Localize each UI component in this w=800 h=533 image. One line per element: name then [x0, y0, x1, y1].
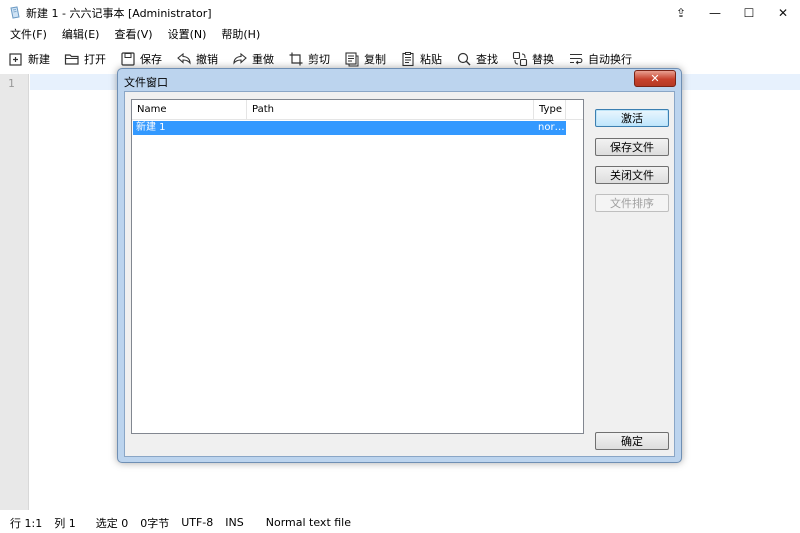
redo-icon — [233, 52, 247, 65]
open-label: 打开 — [84, 53, 106, 66]
list-header: Name Path Type — [132, 100, 583, 120]
pin-button[interactable]: ⇪ — [664, 0, 698, 26]
status-row: 行 1:1 — [10, 516, 43, 530]
close-file-button[interactable]: 关闭文件 — [595, 166, 669, 184]
save-label: 保存 — [140, 53, 162, 66]
undo-icon — [177, 52, 191, 65]
status-filetype: Normal text file — [265, 516, 352, 529]
status-col: 列 1 — [54, 516, 76, 530]
status-encoding: UTF-8 — [181, 516, 214, 529]
ok-button[interactable]: 确定 — [595, 432, 669, 450]
replace-label: 替换 — [532, 53, 554, 66]
menu-view[interactable]: 查看(V) — [110, 26, 163, 42]
activate-button[interactable]: 激活 — [595, 109, 669, 127]
dialog-title: 文件窗口 — [124, 76, 168, 89]
open-icon — [64, 54, 79, 65]
wrap-button[interactable]: 自动换行 — [568, 51, 632, 67]
new-icon — [9, 53, 22, 66]
column-name[interactable]: Name — [132, 100, 247, 120]
status-selected: 选定 0 — [95, 516, 129, 530]
copy-label: 复制 — [364, 53, 386, 66]
new-button[interactable]: 新建 — [8, 51, 50, 67]
open-button[interactable]: 打开 — [64, 51, 106, 67]
wrap-label: 自动换行 — [588, 53, 632, 66]
menu-help[interactable]: 帮助(H) — [217, 26, 271, 42]
undo-label: 撤销 — [196, 53, 218, 66]
column-path[interactable]: Path — [247, 100, 534, 120]
window-title: 新建 1 - 六六记事本 [Administrator] — [26, 7, 212, 20]
sort-files-button[interactable]: 文件排序 — [595, 194, 669, 212]
line-number: 1 — [8, 77, 15, 90]
undo-button[interactable]: 撤销 — [176, 51, 218, 67]
title-bar: 新建 1 - 六六记事本 [Administrator] ⇪ — ☐ ✕ — [0, 0, 800, 26]
dialog-body: Name Path Type 新建 1 nor… 激活 保存文件 关闭文件 文件… — [124, 91, 675, 457]
paste-button[interactable]: 粘贴 — [400, 51, 442, 67]
status-chars: 0字节 — [140, 516, 170, 530]
save-icon — [121, 52, 135, 66]
close-button[interactable]: ✕ — [766, 0, 800, 26]
paste-label: 粘贴 — [420, 53, 442, 66]
save-file-button[interactable]: 保存文件 — [595, 138, 669, 156]
menu-settings[interactable]: 设置(N) — [164, 26, 218, 42]
minimize-button[interactable]: — — [698, 0, 732, 26]
file-window-dialog: 文件窗口 ✕ Name Path Type 新建 1 nor… 激活 保存文件 … — [117, 68, 682, 463]
save-button[interactable]: 保存 — [120, 51, 162, 67]
find-label: 查找 — [476, 53, 498, 66]
copy-button[interactable]: 复制 — [344, 51, 386, 67]
status-mode: INS — [225, 516, 244, 529]
copy-icon — [345, 52, 359, 67]
redo-button[interactable]: 重做 — [232, 51, 274, 67]
list-item-name: 新建 1 — [136, 122, 166, 133]
column-type[interactable]: Type — [534, 100, 566, 120]
list-item[interactable]: 新建 1 nor… — [133, 121, 566, 135]
redo-label: 重做 — [252, 53, 274, 66]
list-item-type: nor… — [538, 122, 565, 133]
cut-button[interactable]: 剪切 — [288, 51, 330, 67]
dialog-title-bar[interactable]: 文件窗口 ✕ — [118, 69, 681, 91]
cut-icon — [289, 52, 303, 66]
replace-button[interactable]: 替换 — [512, 51, 554, 67]
new-label: 新建 — [28, 53, 50, 66]
wrap-icon — [570, 53, 583, 65]
status-bar: 行 1:1 列 1 选定 0 0字节 UTF-8 INS Normal text… — [0, 512, 800, 533]
line-number-gutter: 1 — [0, 74, 29, 510]
find-icon — [457, 52, 471, 66]
find-button[interactable]: 查找 — [456, 51, 498, 67]
app-icon — [10, 6, 20, 19]
column-filler — [566, 100, 583, 120]
menu-bar: 文件(F) 编辑(E) 查看(V) 设置(N) 帮助(H) — [0, 24, 271, 44]
paste-icon — [402, 52, 414, 67]
maximize-button[interactable]: ☐ — [732, 0, 766, 26]
cut-label: 剪切 — [308, 53, 330, 66]
list-item-path — [247, 121, 534, 135]
file-list[interactable]: Name Path Type 新建 1 nor… — [131, 99, 584, 434]
menu-edit[interactable]: 编辑(E) — [58, 26, 111, 42]
menu-file[interactable]: 文件(F) — [6, 26, 58, 42]
dialog-close-button[interactable]: ✕ — [634, 70, 676, 87]
replace-icon — [512, 51, 528, 67]
